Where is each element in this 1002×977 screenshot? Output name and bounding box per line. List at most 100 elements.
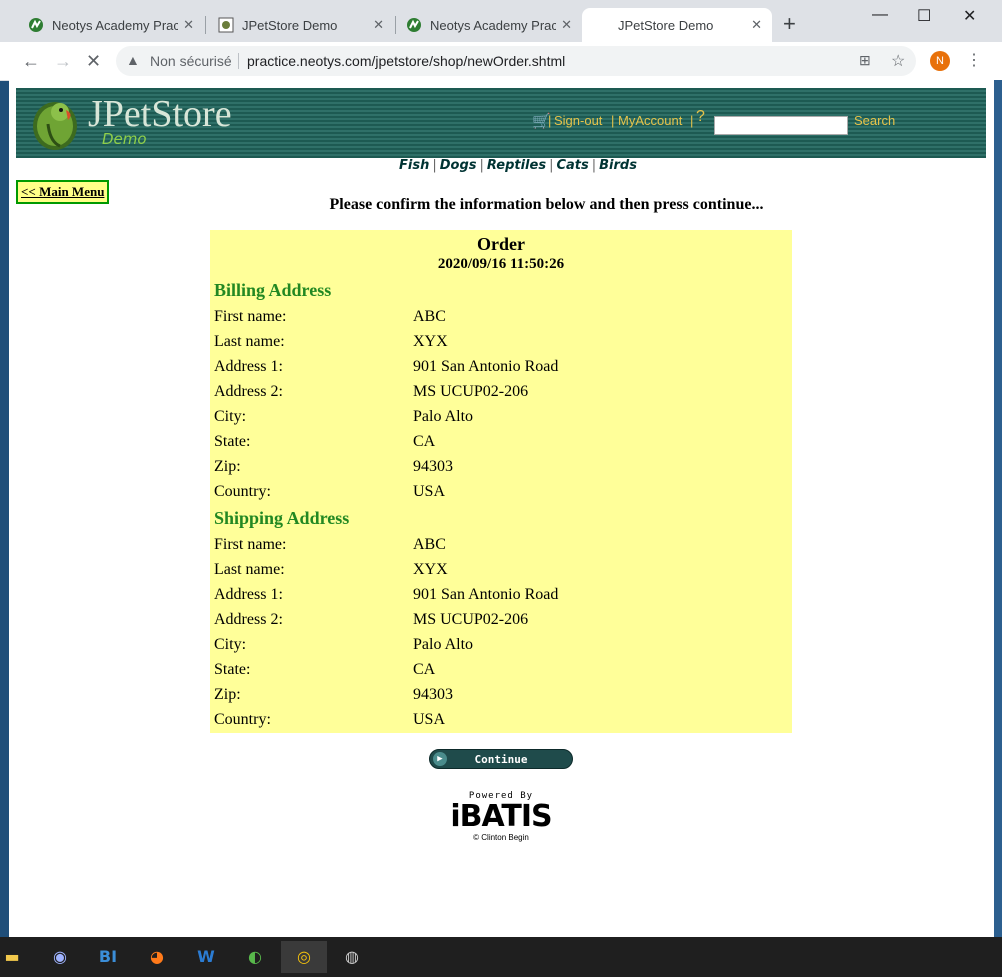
order-date: 2020/09/16 11:50:26	[437, 256, 565, 272]
field-label: Address 1:	[214, 586, 283, 603]
url-text[interactable]: practice.neotys.com/jpetstore/shop/newOr…	[247, 53, 565, 69]
field-value: CA	[413, 433, 436, 450]
category-link-dogs[interactable]: Dogs	[440, 158, 477, 173]
kebab-menu-icon[interactable]: ⋮	[966, 50, 982, 70]
close-icon[interactable]: ✕	[561, 17, 572, 33]
billing-row: Country: USA	[214, 483, 784, 505]
media-icon[interactable]: ◍	[332, 941, 372, 973]
browser-toolbar: ← → ✕ ▲ Non sécurisé practice.neotys.com…	[0, 42, 1002, 81]
field-value: 901 San Antonio Road	[413, 586, 559, 603]
field-value: MS UCUP02-206	[413, 383, 529, 400]
windows-taskbar: ▬ ◉ BI ◕ W ◐ ◎ ◍	[0, 937, 1002, 977]
play-arrow-icon: ▶	[433, 752, 447, 766]
firefox-icon[interactable]: ◕	[137, 941, 177, 973]
minimize-button[interactable]: —	[872, 6, 888, 24]
field-label: Zip:	[214, 458, 241, 475]
ibatis-logo: iBATIS	[450, 799, 552, 834]
back-arrow-icon[interactable]: ←	[22, 51, 40, 72]
search-button[interactable]: Search	[854, 113, 895, 128]
search-input[interactable]	[714, 116, 848, 135]
shipping-row: Address 2: MS UCUP02-206	[214, 611, 784, 633]
close-icon[interactable]: ✕	[373, 17, 384, 33]
close-icon[interactable]: ✕	[183, 17, 194, 33]
neoload-icon[interactable]: ◐	[235, 941, 275, 973]
profile-avatar[interactable]: N	[930, 51, 950, 71]
field-value: USA	[413, 711, 446, 728]
category-link-reptiles[interactable]: Reptiles	[487, 158, 546, 173]
word-icon[interactable]: W	[186, 941, 226, 973]
new-tab-button[interactable]: +	[783, 13, 796, 35]
category-link-fish[interactable]: Fish	[399, 158, 429, 173]
tab-title: JPetStore Demo	[242, 17, 338, 33]
shipping-address-heading: Shipping Address	[214, 508, 350, 528]
billing-row: Address 2: MS UCUP02-206	[214, 383, 784, 405]
forward-arrow-icon[interactable]: →	[54, 51, 72, 72]
discord-icon[interactable]: ◉	[40, 941, 80, 973]
stop-loading-icon[interactable]: ✕	[86, 51, 101, 72]
store-banner: JPetStore Demo 🛒 | Sign-out | MyAccount …	[16, 88, 986, 158]
link-separator: |	[611, 113, 615, 128]
field-value: XYX	[413, 333, 448, 350]
chrome-icon[interactable]: ◎	[281, 941, 327, 973]
field-value: XYX	[413, 561, 448, 578]
field-label: Zip:	[214, 686, 241, 703]
category-link-cats[interactable]: Cats	[556, 158, 588, 173]
field-value: Palo Alto	[413, 408, 474, 425]
category-link-birds[interactable]: Birds	[599, 158, 637, 173]
star-icon[interactable]: ☆	[891, 51, 905, 71]
help-icon[interactable]: ?	[696, 108, 705, 126]
billing-row: Zip: 94303	[214, 458, 784, 480]
my-account-link[interactable]: MyAccount	[618, 113, 682, 128]
category-nav: Fish | Dogs | Reptiles | Cats | Birds	[399, 158, 637, 173]
browser-tab-bar: Neotys Academy Practi ✕ JPetStore Demo ✕…	[0, 0, 1002, 42]
jpetstore-icon	[218, 17, 234, 33]
field-label: City:	[214, 408, 247, 425]
neotys-icon	[29, 18, 43, 32]
store-logo-subtitle: Demo	[102, 130, 147, 148]
field-label: City:	[214, 636, 247, 653]
address-bar[interactable]: ▲ Non sécurisé practice.neotys.com/jpets…	[116, 46, 916, 76]
shipping-row: Address 1: 901 San Antonio Road	[214, 586, 784, 608]
sign-out-link[interactable]: Sign-out	[554, 113, 602, 128]
field-value: 94303	[413, 458, 453, 475]
page-viewport: JPetStore Demo 🛒 | Sign-out | MyAccount …	[9, 80, 994, 937]
field-label: First name:	[214, 308, 287, 325]
bi-icon[interactable]: BI	[88, 941, 128, 973]
billing-row: State: CA	[214, 433, 784, 455]
link-separator: |	[690, 113, 694, 128]
billing-row: City: Palo Alto	[214, 408, 784, 430]
continue-button[interactable]: ▶ Continue	[429, 749, 573, 769]
field-value: MS UCUP02-206	[413, 611, 529, 628]
field-value: ABC	[413, 536, 446, 553]
loading-icon	[594, 17, 610, 33]
browser-tab-1[interactable]: Neotys Academy Practi ✕	[16, 8, 204, 42]
field-label: Country:	[214, 483, 271, 500]
browser-tab-3[interactable]: Neotys Academy Practi ✕	[394, 8, 582, 42]
desktop-background	[994, 80, 1002, 937]
field-value: 94303	[413, 686, 453, 703]
shipping-row: Last name: XYX	[214, 561, 784, 583]
field-label: Address 1:	[214, 358, 283, 375]
translate-icon[interactable]: ⊞	[859, 52, 871, 69]
tab-title: JPetStore Demo	[618, 17, 714, 33]
ibatis-badge: Powered By iBATIS © Clinton Begin	[441, 791, 561, 851]
field-value: CA	[413, 661, 436, 678]
browser-tab-2[interactable]: JPetStore Demo ✕	[206, 8, 394, 42]
field-label: Last name:	[214, 333, 285, 350]
warning-icon[interactable]: ▲	[126, 52, 140, 68]
file-explorer-icon[interactable]: ▬	[0, 941, 32, 973]
maximize-button[interactable]: ☐	[917, 6, 931, 26]
security-label[interactable]: Non sécurisé	[150, 53, 232, 69]
link-separator: |	[548, 113, 552, 128]
field-value: Palo Alto	[413, 636, 474, 653]
parrot-logo-icon[interactable]	[30, 94, 80, 152]
close-window-button[interactable]: ✕	[963, 6, 976, 26]
shipping-row: Country: USA	[214, 711, 784, 733]
tab-title: Neotys Academy Practi	[52, 17, 178, 33]
browser-tab-4-active[interactable]: JPetStore Demo ✕	[582, 8, 772, 42]
close-icon[interactable]: ✕	[751, 17, 762, 33]
field-label: Country:	[214, 711, 271, 728]
shipping-row: State: CA	[214, 661, 784, 683]
field-value: 901 San Antonio Road	[413, 358, 559, 375]
field-label: Address 2:	[214, 383, 283, 400]
